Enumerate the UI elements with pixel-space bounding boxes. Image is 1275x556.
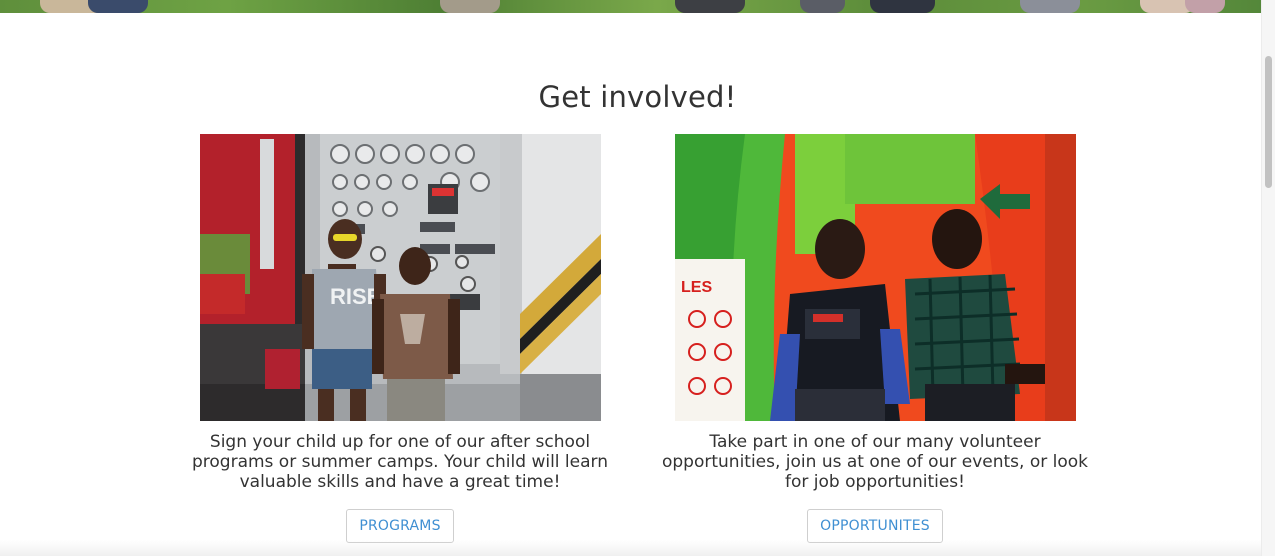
page: Get involved! RISE Sign your child up fo… xyxy=(0,0,1275,556)
bounce-house-kids-photo: LES xyxy=(674,134,1076,421)
bottom-fade xyxy=(0,540,1262,556)
opportunities-button[interactable]: OPPORTUNITES xyxy=(807,509,943,543)
fire-truck-kids-photo: RISE xyxy=(199,134,601,421)
programs-button[interactable]: PROGRAMS xyxy=(346,509,454,543)
scrollbar-thumb[interactable] xyxy=(1265,56,1272,188)
programs-card: RISE Sign your child up for one of our a… xyxy=(165,134,635,543)
opportunities-card: LES Take part in one of our many volunte… xyxy=(640,134,1110,543)
hero-image-strip xyxy=(0,0,1262,13)
get-involved-heading: Get involved! xyxy=(538,80,737,114)
opportunities-description: Take part in one of our many volunteer o… xyxy=(661,432,1088,492)
svg-text:LES: LES xyxy=(681,279,712,296)
vertical-scrollbar[interactable] xyxy=(1261,0,1275,556)
programs-description: Sign your child up for one of our after … xyxy=(191,432,608,492)
